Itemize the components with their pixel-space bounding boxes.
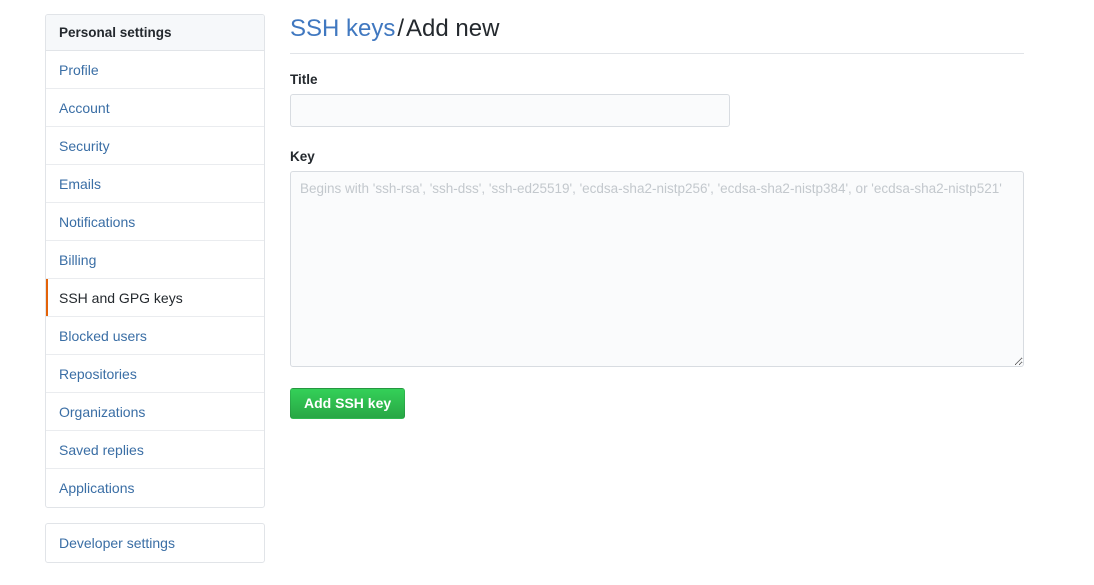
- sidebar-item-account[interactable]: Account: [46, 89, 264, 127]
- sidebar-header: Personal settings: [46, 15, 264, 51]
- key-textarea[interactable]: [290, 171, 1024, 367]
- breadcrumb-separator: /: [397, 15, 405, 42]
- sidebar-item-label: Billing: [59, 252, 97, 268]
- developer-settings-card: Developer settings: [45, 523, 265, 563]
- sidebar-item-organizations[interactable]: Organizations: [46, 393, 264, 431]
- sidebar-item-label: Account: [59, 100, 110, 116]
- breadcrumb-link-ssh-keys[interactable]: SSH keys: [290, 15, 395, 42]
- add-ssh-key-button[interactable]: Add SSH key: [290, 388, 406, 419]
- sidebar-item-saved-replies[interactable]: Saved replies: [46, 431, 264, 469]
- sidebar-item-label: Saved replies: [59, 442, 144, 458]
- sidebar-item-label: Organizations: [59, 404, 146, 420]
- title-field-group: Title: [290, 72, 1024, 127]
- title-label: Title: [290, 72, 318, 87]
- sidebar-item-repositories[interactable]: Repositories: [46, 355, 264, 393]
- sidebar-item-ssh-and-gpg-keys[interactable]: SSH and GPG keys: [46, 279, 264, 317]
- sidebar-item-developer-settings[interactable]: Developer settings: [46, 524, 264, 562]
- submit-row: Add SSH key: [290, 388, 1024, 419]
- key-label: Key: [290, 149, 315, 164]
- sidebar-item-label: Repositories: [59, 366, 137, 382]
- sidebar-item-label: Developer settings: [59, 535, 175, 551]
- sidebar-item-applications[interactable]: Applications: [46, 469, 264, 507]
- sidebar-item-security[interactable]: Security: [46, 127, 264, 165]
- page-title: SSH keys/Add new: [290, 14, 1024, 54]
- sidebar-item-label: SSH and GPG keys: [59, 290, 183, 306]
- sidebar-item-blocked-users[interactable]: Blocked users: [46, 317, 264, 355]
- sidebar-item-label: Applications: [59, 480, 135, 496]
- breadcrumb-current: Add new: [406, 15, 500, 42]
- sidebar-item-label: Emails: [59, 176, 102, 192]
- sidebar-item-label: Blocked users: [59, 328, 147, 344]
- sidebar-item-billing[interactable]: Billing: [46, 241, 264, 279]
- main-content: SSH keys/Add new Title Key Add SSH key: [290, 14, 1024, 419]
- personal-settings-nav: Personal settings Profile Account Securi…: [45, 14, 265, 508]
- sidebar-item-label: Profile: [59, 62, 99, 78]
- title-input[interactable]: [290, 94, 730, 127]
- sidebar-item-profile[interactable]: Profile: [46, 51, 264, 89]
- key-field-group: Key: [290, 149, 1024, 367]
- sidebar-item-emails[interactable]: Emails: [46, 165, 264, 203]
- sidebar-item-label: Notifications: [59, 214, 136, 230]
- sidebar-item-label: Security: [59, 138, 110, 154]
- settings-sidebar: Personal settings Profile Account Securi…: [45, 14, 265, 508]
- developer-settings-nav: Developer settings: [45, 523, 265, 563]
- sidebar-item-notifications[interactable]: Notifications: [46, 203, 264, 241]
